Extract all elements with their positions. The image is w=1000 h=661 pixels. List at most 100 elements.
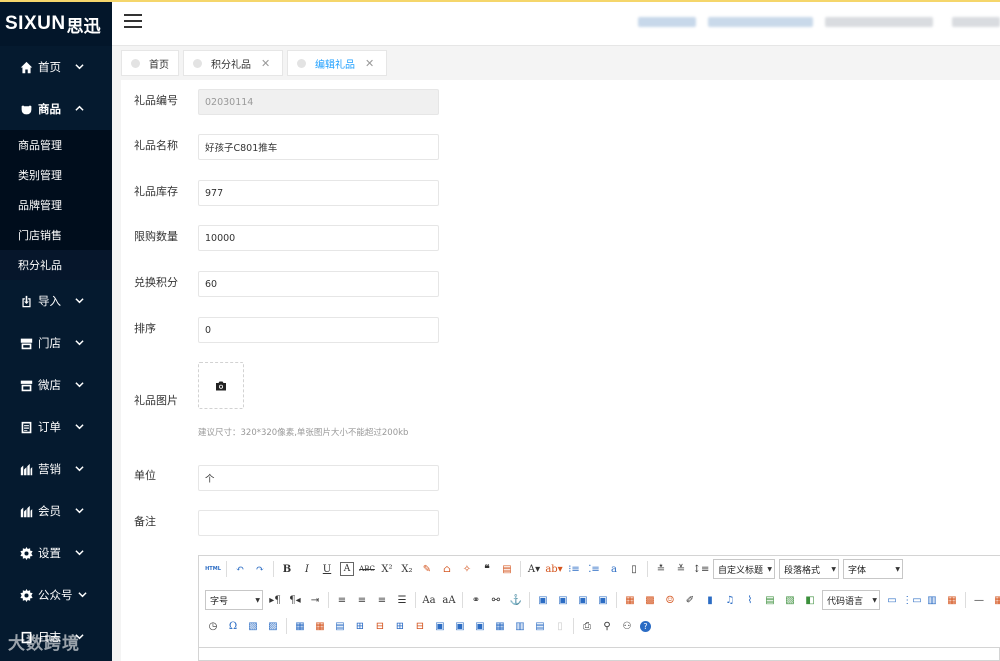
sidebar-item-members[interactable]: 会员: [0, 490, 112, 532]
simple-upload-icon[interactable]: ▦: [623, 593, 637, 607]
anchor-icon[interactable]: ⚓: [509, 593, 523, 607]
split-to-cells-icon[interactable]: ▦: [493, 619, 507, 633]
clear-format-icon[interactable]: ✧: [460, 562, 474, 576]
sort-field[interactable]: 0: [198, 317, 439, 343]
menu-toggle-icon[interactable]: [124, 14, 142, 30]
close-icon[interactable]: ✕: [261, 57, 270, 70]
split-to-cols-icon[interactable]: ▤: [533, 619, 547, 633]
insert-image-icon[interactable]: ▩: [643, 593, 657, 607]
page-break-icon[interactable]: ▭: [885, 593, 899, 607]
delete-table-icon[interactable]: ▦: [313, 619, 327, 633]
time-icon[interactable]: ◷: [206, 619, 220, 633]
delete-row-icon[interactable]: ⊟: [373, 619, 387, 633]
horizontal-rule-icon[interactable]: —: [972, 593, 986, 607]
sidebar-item-import[interactable]: 导入: [0, 280, 112, 322]
tab-points-gift[interactable]: 积分礼品 ✕: [183, 50, 283, 76]
limit-field[interactable]: 10000: [198, 225, 439, 251]
image-none-icon[interactable]: ▣: [536, 593, 550, 607]
ordered-list-icon[interactable]: ⁝≡: [567, 562, 581, 576]
link-icon[interactable]: ⚭: [469, 593, 483, 607]
tab-home[interactable]: 首页: [121, 50, 179, 76]
row-spacing-bottom-icon[interactable]: ≚: [674, 562, 688, 576]
music-icon[interactable]: ♫: [723, 593, 737, 607]
code-language-select[interactable]: 代码语言 ▼: [822, 590, 880, 610]
insert-table-icon[interactable]: ▦: [293, 619, 307, 633]
special-chars-icon[interactable]: Ω: [226, 619, 240, 633]
uppercase-icon[interactable]: Aa: [422, 593, 436, 607]
backcolor-icon[interactable]: ab▾: [545, 562, 562, 576]
sidebar-item-orders[interactable]: 订单: [0, 406, 112, 448]
subscript-icon[interactable]: X₂: [400, 562, 414, 576]
gift-name-field[interactable]: 好孩子C801推车: [198, 134, 439, 160]
preview-icon[interactable]: ⚲: [600, 619, 614, 633]
date-icon[interactable]: ▦: [992, 593, 1000, 607]
sidebar-item-settings[interactable]: 设置: [0, 532, 112, 574]
split-to-rows-icon[interactable]: ▥: [513, 619, 527, 633]
strikethrough-icon[interactable]: ABC: [359, 562, 375, 576]
insert-row-icon[interactable]: ⊞: [353, 619, 367, 633]
stock-field[interactable]: 977: [198, 180, 439, 206]
select-all-icon[interactable]: a: [607, 562, 621, 576]
unlink-icon[interactable]: ⚯: [489, 593, 503, 607]
undo-icon[interactable]: ↶: [233, 562, 247, 576]
auto-format-icon[interactable]: ⌂: [440, 562, 454, 576]
image-upload-box[interactable]: [198, 362, 244, 409]
submenu-item-goods-manage[interactable]: 商品管理: [0, 130, 112, 160]
superscript-icon[interactable]: X²: [380, 562, 394, 576]
help-icon[interactable]: ?: [640, 620, 651, 632]
image-right-icon[interactable]: ▣: [576, 593, 590, 607]
font-border-icon[interactable]: A: [340, 562, 354, 576]
gmap-icon[interactable]: ▧: [783, 593, 797, 607]
bold-icon[interactable]: B: [280, 562, 294, 576]
attachment-icon[interactable]: ⌇: [743, 593, 757, 607]
custom-title-select[interactable]: 自定义标题 ▼: [713, 559, 775, 579]
justify-right-icon[interactable]: ≡: [375, 593, 389, 607]
sidebar-item-official-account[interactable]: 公众号: [0, 574, 112, 616]
font-family-select[interactable]: 字体 ▼: [843, 559, 903, 579]
close-icon[interactable]: ✕: [365, 57, 374, 70]
background-icon[interactable]: ▥: [925, 593, 939, 607]
ltr-icon[interactable]: ▸¶: [268, 593, 282, 607]
unit-field[interactable]: 个: [198, 465, 439, 491]
lowercase-icon[interactable]: aA: [442, 593, 456, 607]
merge-down-icon[interactable]: ▣: [473, 619, 487, 633]
paste-plain-icon[interactable]: ▤: [500, 562, 514, 576]
insert-frame-icon[interactable]: ◧: [803, 593, 817, 607]
sidebar-item-marketing[interactable]: 营销: [0, 448, 112, 490]
charts-icon[interactable]: ▯: [553, 619, 567, 633]
row-spacing-top-icon[interactable]: ≛: [654, 562, 668, 576]
insert-paragraph-before-table-icon[interactable]: ▤: [333, 619, 347, 633]
remark-field[interactable]: [198, 510, 439, 536]
submenu-item-store-sales[interactable]: 门店销售: [0, 220, 112, 250]
blockquote-icon[interactable]: ❝: [480, 562, 494, 576]
insert-col-icon[interactable]: ⊞: [393, 619, 407, 633]
paragraph-format-select[interactable]: 段落格式 ▼: [779, 559, 839, 579]
insert-video-icon[interactable]: ▮: [703, 593, 717, 607]
justify-full-icon[interactable]: ☰: [395, 593, 409, 607]
rtl-icon[interactable]: ¶◂: [288, 593, 302, 607]
template-icon[interactable]: ⋮▭: [902, 593, 921, 607]
unordered-list-icon[interactable]: ⁚≡: [587, 562, 601, 576]
justify-left-icon[interactable]: ≡: [335, 593, 349, 607]
forecolor-icon[interactable]: A▾: [527, 562, 541, 576]
font-size-select[interactable]: 字号 ▼: [205, 590, 263, 610]
format-match-icon[interactable]: ✎: [420, 562, 434, 576]
spechars-table-icon[interactable]: ▨: [266, 619, 280, 633]
sidebar-item-store[interactable]: 门店: [0, 322, 112, 364]
indent-icon[interactable]: ⇥: [308, 593, 322, 607]
snapscreen-icon[interactable]: ▧: [246, 619, 260, 633]
sidebar-item-goods[interactable]: 商品: [0, 88, 112, 130]
italic-icon[interactable]: I: [300, 562, 314, 576]
print-icon[interactable]: ⎙: [580, 619, 594, 633]
wordimage-icon[interactable]: ▦: [945, 593, 959, 607]
merge-cells-icon[interactable]: ▣: [433, 619, 447, 633]
scrawl-icon[interactable]: ✐: [683, 593, 697, 607]
map-icon[interactable]: ▤: [763, 593, 777, 607]
sidebar-item-home[interactable]: 首页: [0, 46, 112, 88]
image-left-icon[interactable]: ▣: [556, 593, 570, 607]
points-field[interactable]: 60: [198, 271, 439, 297]
image-center-icon[interactable]: ▣: [596, 593, 610, 607]
submenu-item-points-gift[interactable]: 积分礼品: [0, 250, 112, 280]
clear-doc-icon[interactable]: ▯: [627, 562, 641, 576]
redo-icon[interactable]: ↷: [253, 562, 267, 576]
